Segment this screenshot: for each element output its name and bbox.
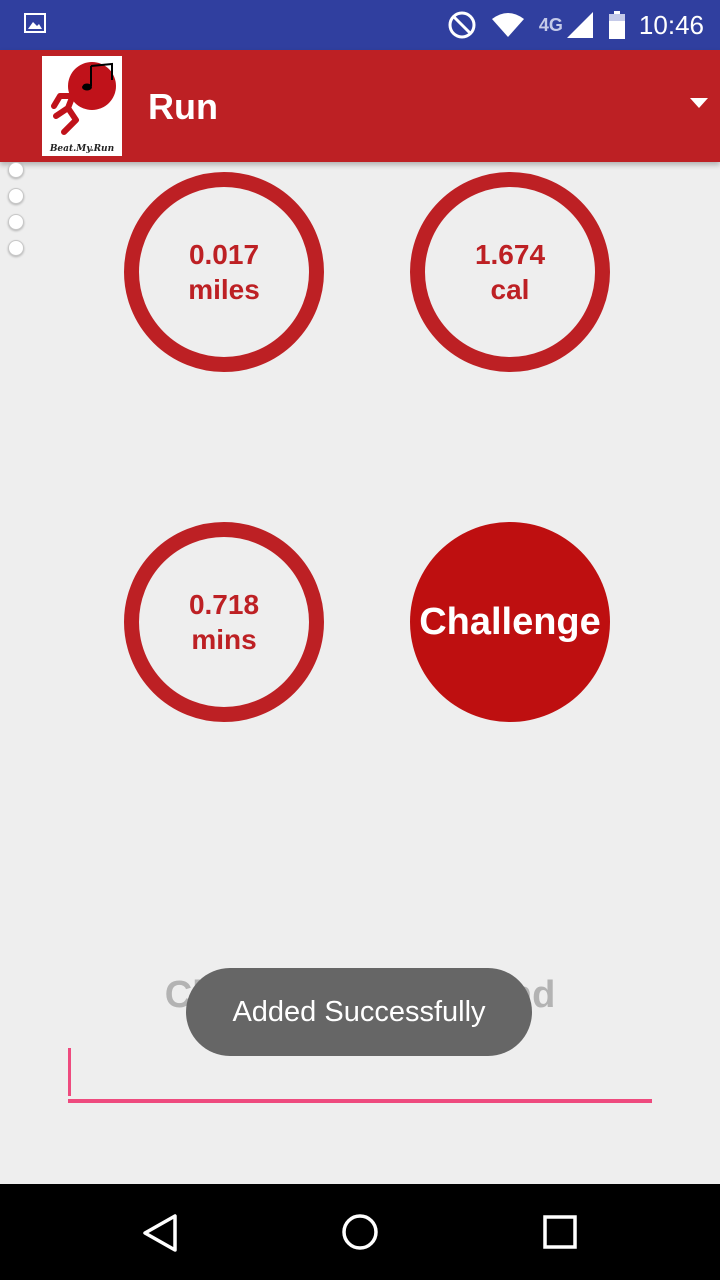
time-stat: 0.718 mins	[124, 522, 324, 722]
page-indicator	[8, 162, 24, 266]
app-logo[interactable]: Beat.My.Run	[42, 56, 122, 156]
home-icon[interactable]	[341, 1213, 379, 1251]
status-bar: 4G 10:46	[0, 0, 720, 50]
status-clock: 10:46	[638, 9, 704, 40]
indicator-dot	[8, 188, 24, 204]
battery-icon	[608, 11, 625, 39]
calories-unit: cal	[490, 274, 530, 305]
friend-input[interactable]	[68, 1099, 652, 1103]
time-value: 0.718	[188, 589, 260, 620]
logo-caption: Beat.My.Run	[49, 144, 115, 154]
distance-value: 0.017	[188, 239, 260, 270]
navigation-bar	[0, 1184, 720, 1280]
challenge-button[interactable]: Challenge	[410, 522, 610, 722]
indicator-dot	[8, 162, 24, 178]
page-title: Run	[148, 86, 218, 127]
calories-value: 1.674	[474, 239, 546, 270]
app-bar: Beat.My.Run Run	[0, 50, 720, 162]
indicator-dot	[8, 240, 24, 256]
calories-stat: 1.674 cal	[410, 172, 610, 372]
toast-message: Added Successfully	[186, 968, 532, 1056]
distance-unit: miles	[188, 274, 260, 305]
wifi-icon	[491, 13, 524, 37]
cell-signal-icon	[566, 12, 593, 38]
indicator-dot	[8, 214, 24, 230]
friend-input-cursor	[68, 1048, 71, 1096]
network-type-label: 4G	[538, 14, 563, 35]
gallery-icon	[24, 13, 46, 33]
back-icon[interactable]	[142, 1214, 178, 1252]
recents-icon[interactable]	[543, 1215, 577, 1249]
distance-stat: 0.017 miles	[124, 172, 324, 372]
do-not-disturb-icon	[448, 11, 476, 39]
running-man-logo-icon	[51, 62, 116, 135]
time-unit: mins	[191, 624, 257, 655]
dropdown-arrow-icon[interactable]	[690, 98, 708, 108]
